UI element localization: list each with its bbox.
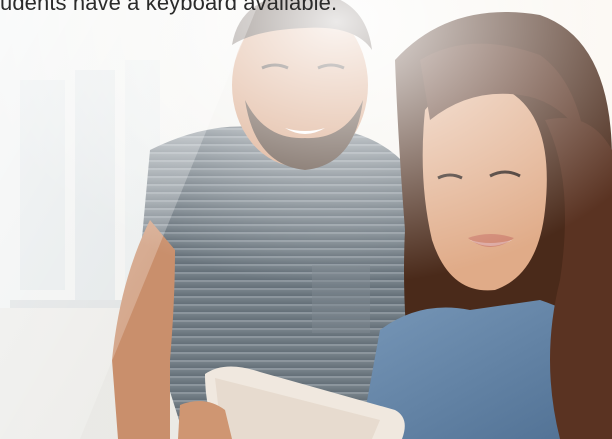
caption-text: udents have a keyboard available. (0, 0, 338, 15)
hero-photo: udents have a keyboard available. (0, 0, 612, 439)
photo-illustration (0, 0, 612, 439)
